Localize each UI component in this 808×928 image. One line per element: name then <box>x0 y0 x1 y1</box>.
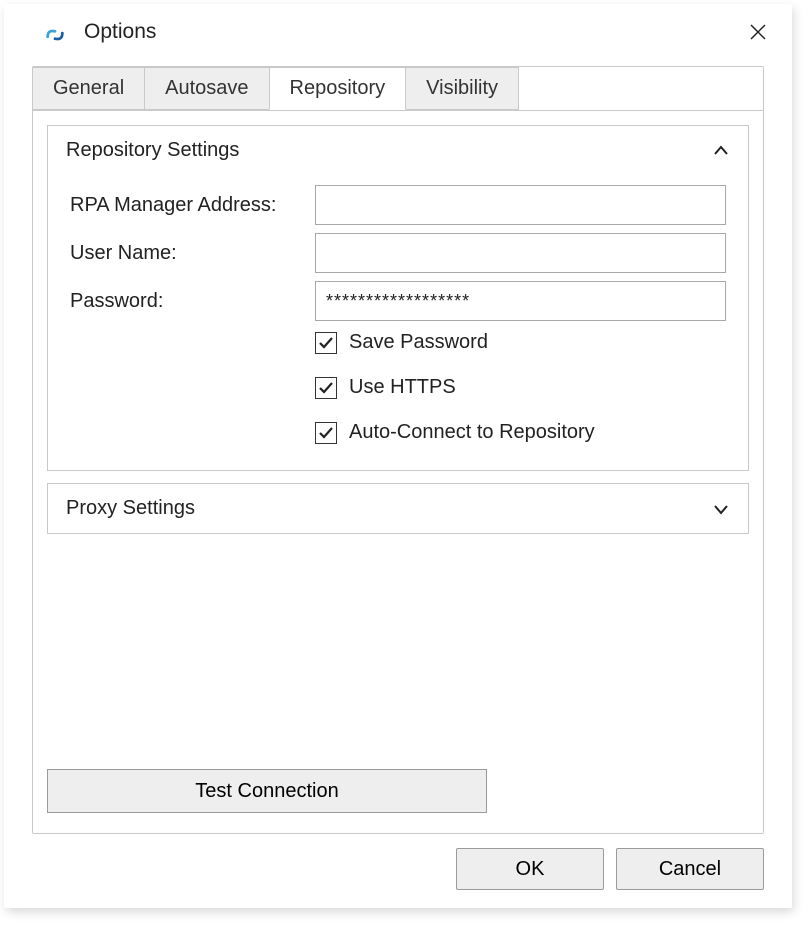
checkbox-group: Save Password Use HTTPS <box>70 331 726 444</box>
content: General Autosave Repository Visibility R… <box>4 60 792 908</box>
tab-container: General Autosave Repository Visibility R… <box>32 66 764 834</box>
address-label: RPA Manager Address: <box>70 194 315 217</box>
use-https-checkbox[interactable] <box>315 377 337 399</box>
tabstrip: General Autosave Repository Visibility <box>33 67 763 110</box>
dialog-button-row: OK Cancel <box>32 848 764 890</box>
repository-settings-section: Repository Settings RPA Manager Address: <box>47 125 749 471</box>
window-title: Options <box>84 20 156 44</box>
password-label: Password: <box>70 290 315 313</box>
save-password-label: Save Password <box>349 331 488 354</box>
proxy-settings-section: Proxy Settings <box>47 483 749 534</box>
use-https-row: Use HTTPS <box>70 376 726 399</box>
options-dialog: Options General Autosave Repository Visi… <box>4 4 792 908</box>
ok-button[interactable]: OK <box>456 848 604 890</box>
tab-visibility[interactable]: Visibility <box>405 67 519 110</box>
use-https-label: Use HTTPS <box>349 376 456 399</box>
password-row: Password: <box>70 281 726 321</box>
proxy-settings-header[interactable]: Proxy Settings <box>48 484 748 533</box>
cancel-button[interactable]: Cancel <box>616 848 764 890</box>
tab-repository[interactable]: Repository <box>269 67 407 110</box>
chevron-up-icon <box>712 142 730 160</box>
repository-settings-title: Repository Settings <box>66 139 239 162</box>
username-input[interactable] <box>315 233 726 273</box>
password-input[interactable] <box>315 281 726 321</box>
save-password-row: Save Password <box>70 331 726 354</box>
auto-connect-checkbox[interactable] <box>315 422 337 444</box>
tab-panel-repository: Repository Settings RPA Manager Address: <box>33 110 763 833</box>
close-button[interactable] <box>740 14 776 50</box>
proxy-settings-title: Proxy Settings <box>66 497 195 520</box>
address-row: RPA Manager Address: <box>70 185 726 225</box>
tab-autosave[interactable]: Autosave <box>144 67 269 110</box>
auto-connect-label: Auto-Connect to Repository <box>349 421 595 444</box>
repository-settings-header[interactable]: Repository Settings <box>48 126 748 175</box>
close-icon <box>749 23 767 41</box>
check-icon <box>318 335 334 351</box>
check-icon <box>318 380 334 396</box>
test-connection-button[interactable]: Test Connection <box>47 769 487 813</box>
spacer <box>47 546 749 763</box>
auto-connect-row: Auto-Connect to Repository <box>70 421 726 444</box>
username-label: User Name: <box>70 242 315 265</box>
address-input[interactable] <box>315 185 726 225</box>
titlebar: Options <box>4 4 792 60</box>
repository-settings-body: RPA Manager Address: User Name: Password… <box>48 175 748 470</box>
chevron-down-icon <box>712 500 730 518</box>
save-password-checkbox[interactable] <box>315 332 337 354</box>
username-row: User Name: <box>70 233 726 273</box>
app-icon <box>44 24 66 46</box>
check-icon <box>318 425 334 441</box>
tab-general[interactable]: General <box>33 67 145 110</box>
